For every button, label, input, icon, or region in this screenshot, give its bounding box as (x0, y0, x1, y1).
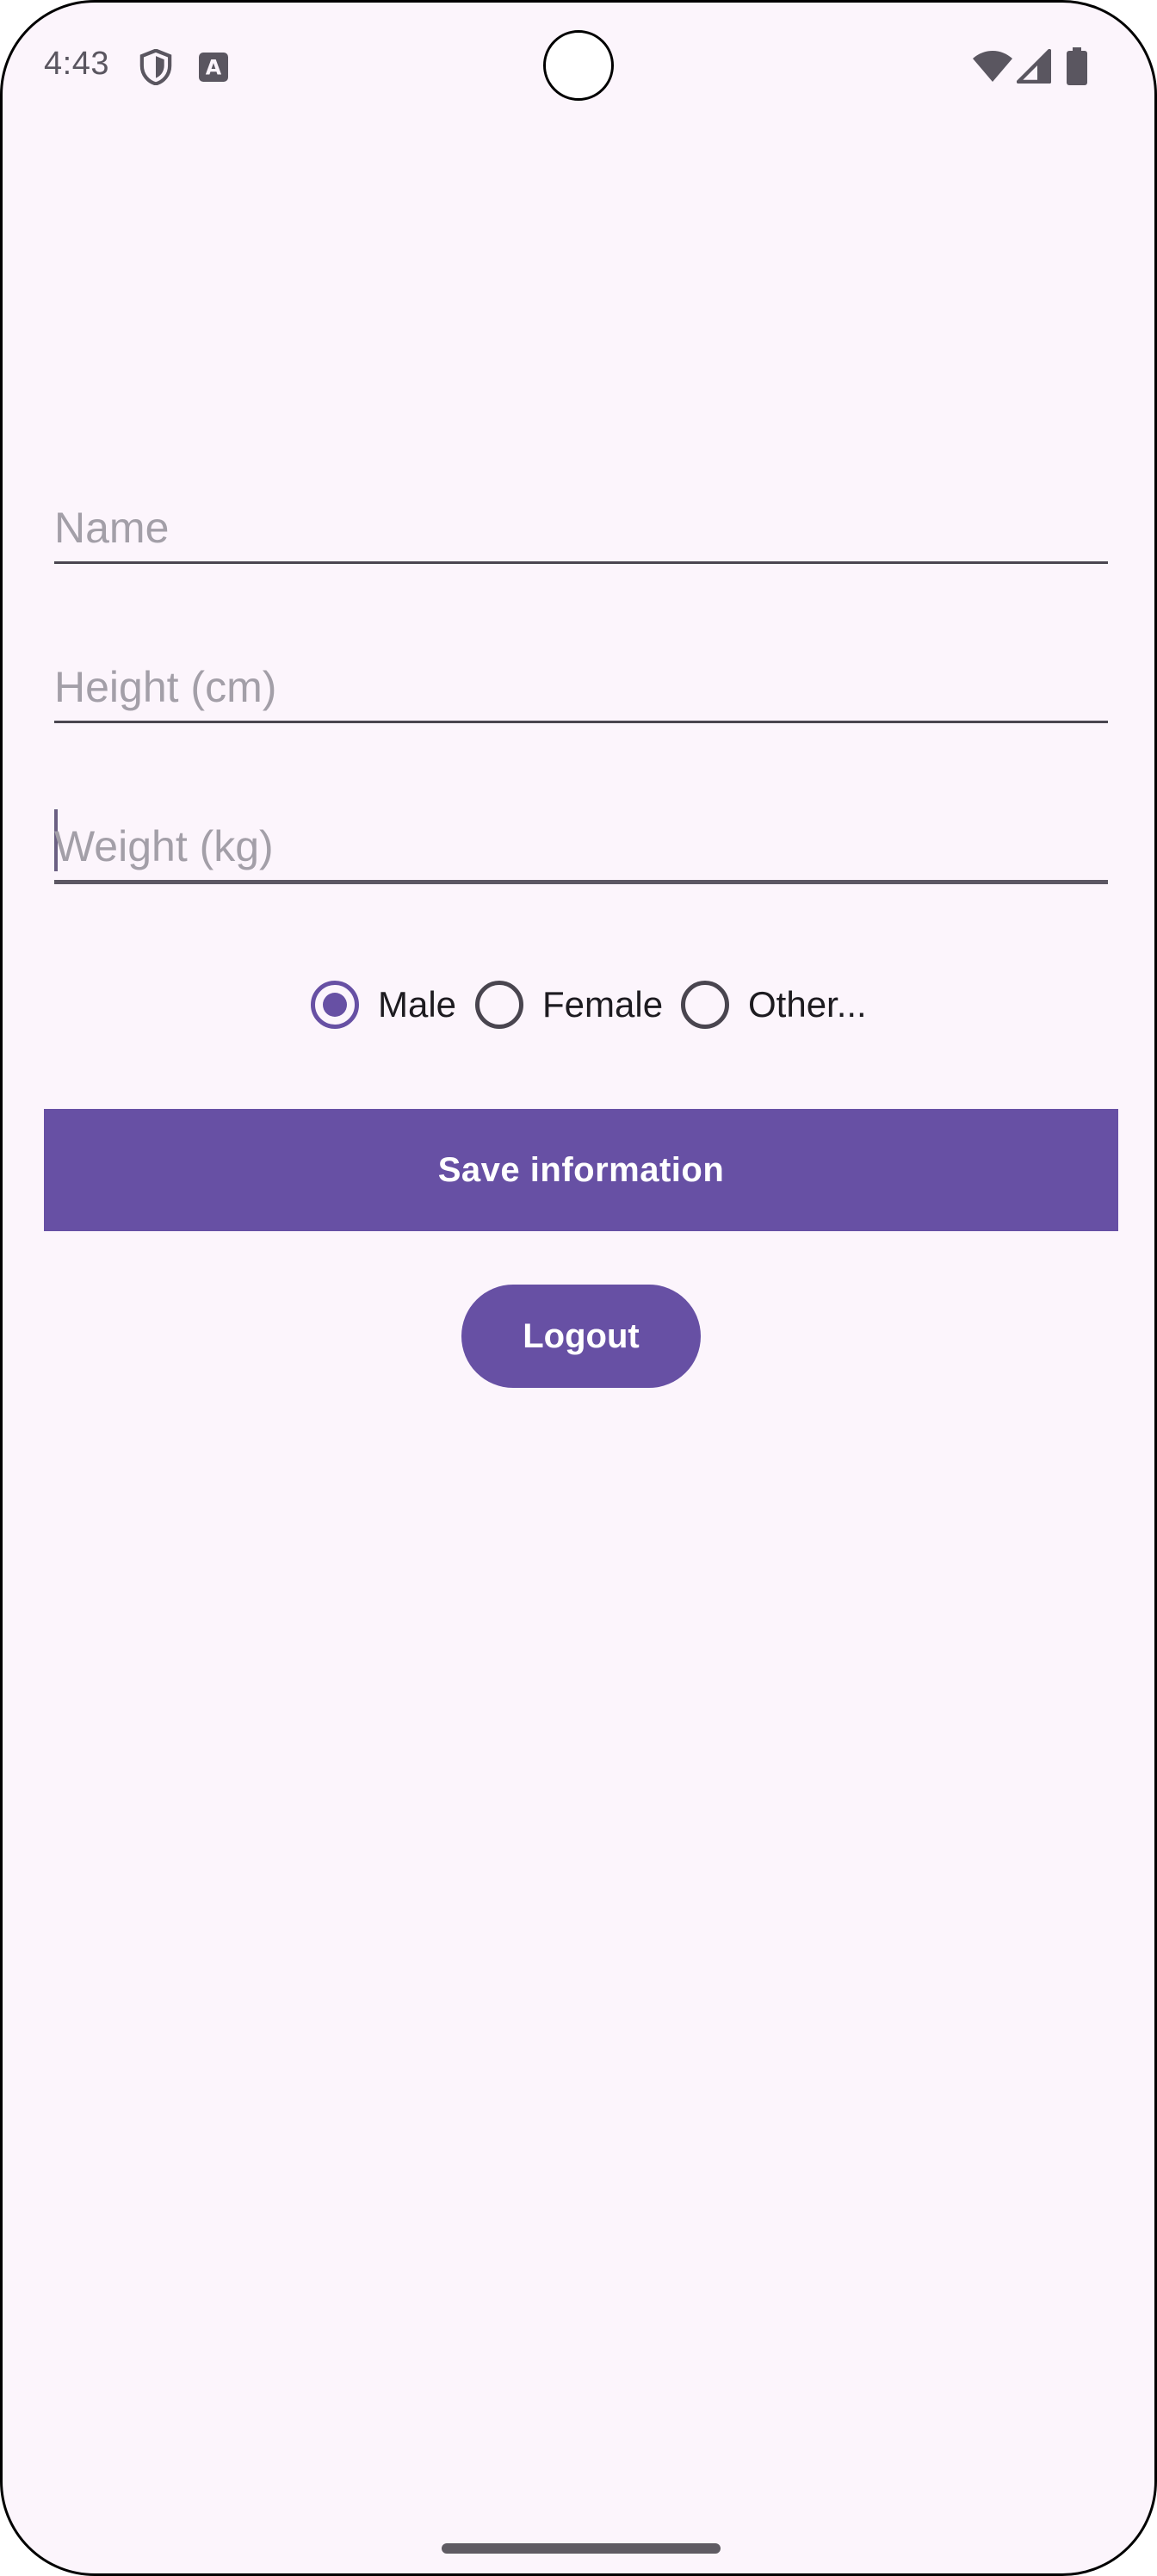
radio-label-female: Female (542, 984, 664, 1025)
battery-icon (1067, 47, 1087, 90)
home-indicator[interactable] (442, 2543, 721, 2554)
radio-label-other: Other... (748, 984, 867, 1025)
weight-field[interactable] (54, 805, 1108, 884)
logout-button[interactable]: Logout (461, 1285, 701, 1388)
accessibility-a-icon: A (199, 53, 228, 86)
gender-radio-group: Male Female Other... (3, 974, 1154, 1036)
status-time: 4:43 (44, 46, 109, 82)
radio-button-female[interactable] (475, 981, 523, 1029)
height-field[interactable] (54, 646, 1108, 723)
height-input[interactable] (54, 662, 1108, 712)
name-input[interactable] (54, 503, 1108, 553)
radio-option-female[interactable]: Female (475, 974, 663, 1036)
wifi-icon (972, 49, 1013, 88)
weight-input[interactable] (54, 821, 1108, 871)
radio-label-male: Male (378, 984, 457, 1025)
radio-button-male[interactable] (311, 981, 359, 1029)
radio-button-other[interactable] (681, 981, 729, 1029)
signal-icon (1016, 48, 1052, 88)
shield-icon (139, 48, 173, 90)
radio-option-other[interactable]: Other... (681, 974, 867, 1036)
status-bar: 4:43 A (3, 3, 1154, 132)
save-button-label: Save information (437, 1150, 725, 1189)
radio-option-male[interactable]: Male (311, 974, 456, 1036)
svg-text:A: A (206, 56, 222, 80)
logout-button-label: Logout (523, 1316, 640, 1355)
save-information-button[interactable]: Save information (44, 1109, 1118, 1231)
name-field[interactable] (54, 486, 1108, 564)
camera-cutout (543, 30, 614, 101)
phone-screen: 4:43 A Name Height (cm) Weight (kg) Male… (0, 0, 1157, 2576)
